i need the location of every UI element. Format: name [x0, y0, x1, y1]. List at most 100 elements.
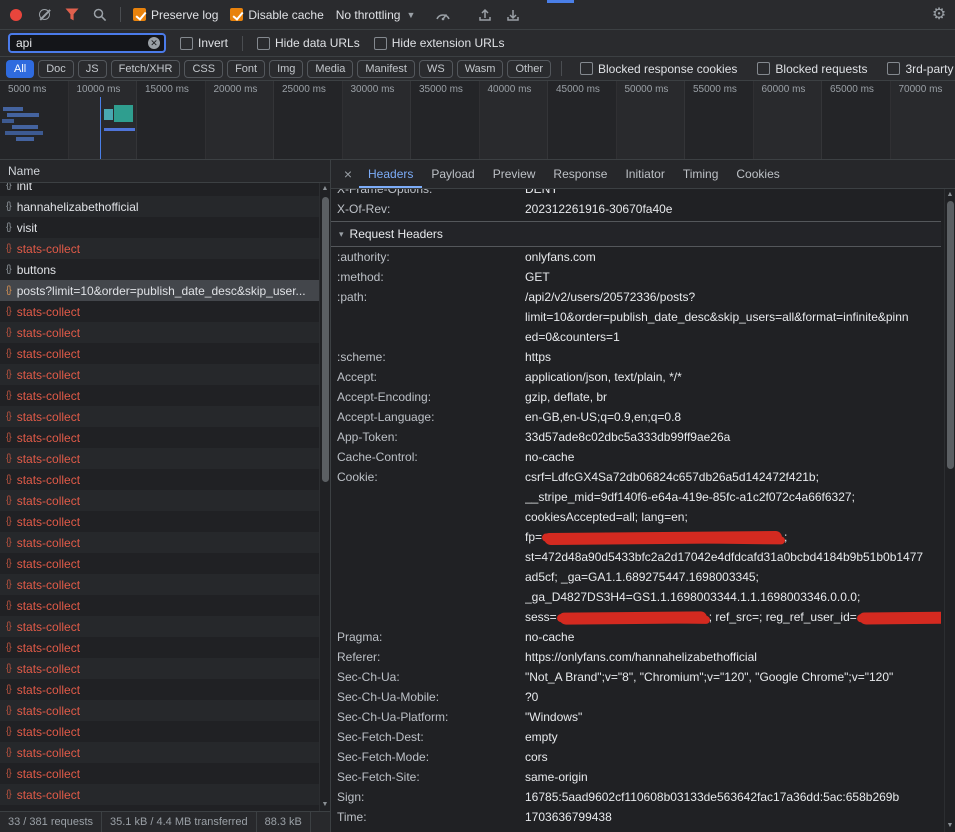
request-row[interactable]: {}stats-collect — [0, 595, 330, 616]
header-row: Sign:16785:5aad9602cf110608b03133de56364… — [337, 787, 941, 807]
throttling-select[interactable]: No throttling ▼ — [336, 8, 416, 22]
request-row[interactable]: {}stats-collect — [0, 574, 330, 595]
timeline-bar — [16, 137, 34, 141]
type-chip-css[interactable]: CSS — [184, 60, 223, 78]
tab-timing[interactable]: Timing — [674, 160, 728, 188]
type-chip-all[interactable]: All — [6, 60, 34, 78]
tab-initiator[interactable]: Initiator — [616, 160, 673, 188]
request-row[interactable]: {}visit — [0, 217, 330, 238]
request-row[interactable]: {}stats-collect — [0, 343, 330, 364]
type-chip-fetch-xhr[interactable]: Fetch/XHR — [111, 60, 181, 78]
header-value-text: ad5cf; _ga=GA1.1.689275447.1698003345; — [525, 570, 759, 584]
type-chip-media[interactable]: Media — [307, 60, 353, 78]
record-network-log-button[interactable] — [8, 7, 24, 23]
request-row[interactable]: {}stats-collect — [0, 553, 330, 574]
close-details-button[interactable]: × — [337, 160, 359, 188]
filter-toggle-button[interactable] — [64, 7, 80, 23]
request-name: stats-collect — [17, 536, 80, 550]
type-chip-font[interactable]: Font — [227, 60, 265, 78]
type-chip-wasm[interactable]: Wasm — [457, 60, 504, 78]
header-value-text: same-origin — [525, 770, 588, 784]
import-har-button[interactable] — [477, 7, 493, 23]
clear-filter-icon[interactable]: ✕ — [148, 37, 160, 49]
request-row[interactable]: {}stats-collect — [0, 511, 330, 532]
type-chip-manifest[interactable]: Manifest — [357, 60, 415, 78]
scrollbar-thumb[interactable] — [322, 197, 329, 482]
json-request-icon: {} — [6, 495, 11, 506]
request-row[interactable]: {}init — [0, 183, 330, 196]
clear-network-log-button[interactable] — [36, 7, 52, 23]
filter-input[interactable] — [14, 35, 148, 51]
request-name: stats-collect — [17, 725, 80, 739]
request-row[interactable]: {}stats-collect — [0, 763, 330, 784]
checkbox-blocked-response-cookies[interactable]: Blocked response cookies — [580, 62, 737, 76]
request-row[interactable]: {}stats-collect — [0, 784, 330, 805]
status-bar: 33 / 381 requests35.1 kB / 4.4 MB transf… — [0, 811, 330, 832]
tab-payload[interactable]: Payload — [422, 160, 483, 188]
request-row[interactable]: {}stats-collect — [0, 322, 330, 343]
throttling-value: No throttling — [336, 8, 401, 22]
header-row: X-Of-Rev:202312261916-30670fa40e — [337, 199, 941, 219]
request-row[interactable]: {}stats-collect — [0, 637, 330, 658]
scroll-up-icon[interactable]: ▲ — [945, 190, 955, 200]
tab-response[interactable]: Response — [544, 160, 616, 188]
scroll-down-icon[interactable]: ▼ — [320, 800, 330, 810]
request-row[interactable]: {}stats-collect — [0, 385, 330, 406]
hide-extension-urls-checkbox[interactable]: Hide extension URLs — [374, 36, 505, 50]
scroll-up-icon[interactable]: ▲ — [320, 184, 330, 194]
type-chip-img[interactable]: Img — [269, 60, 303, 78]
name-column-header[interactable]: Name — [0, 160, 330, 183]
request-row[interactable]: {}stats-collect — [0, 721, 330, 742]
type-chip-ws[interactable]: WS — [419, 60, 453, 78]
hide-data-urls-checkbox[interactable]: Hide data URLs — [257, 36, 360, 50]
details-scrollbar[interactable]: ▲ ▼ — [944, 189, 955, 832]
scroll-down-icon[interactable]: ▼ — [945, 821, 955, 831]
request-row[interactable]: {}stats-collect — [0, 532, 330, 553]
settings-button[interactable]: ⚙ — [931, 7, 947, 23]
request-row[interactable]: {}stats-collect — [0, 616, 330, 637]
request-list-pane: Name {}init{}hannahelizabethofficial{}vi… — [0, 160, 331, 832]
invert-checkbox[interactable]: Invert — [180, 36, 228, 50]
request-row[interactable]: {}stats-collect — [0, 742, 330, 763]
request-list-scrollbar[interactable]: ▲ ▼ — [319, 183, 330, 811]
tab-headers[interactable]: Headers — [359, 160, 422, 188]
request-row[interactable]: {}posts?limit=10&order=publish_date_desc… — [0, 280, 330, 301]
request-row[interactable]: {}stats-collect — [0, 406, 330, 427]
network-conditions-button[interactable] — [435, 7, 451, 23]
tab-preview[interactable]: Preview — [484, 160, 545, 188]
json-request-icon: {} — [6, 642, 11, 653]
checkbox-blocked-requests[interactable]: Blocked requests — [757, 62, 867, 76]
request-row[interactable]: {}stats-collect — [0, 238, 330, 259]
checkbox-3rd-party-requests[interactable]: 3rd-party requests — [887, 62, 955, 76]
request-row[interactable]: {}stats-collect — [0, 301, 330, 322]
request-row[interactable]: {}stats-collect — [0, 658, 330, 679]
request-row[interactable]: {}hannahelizabethofficial — [0, 196, 330, 217]
scrollbar-thumb[interactable] — [947, 201, 954, 469]
request-row[interactable]: {}stats-collect — [0, 700, 330, 721]
network-overview-timeline[interactable]: 5000 ms10000 ms15000 ms20000 ms25000 ms3… — [0, 81, 955, 160]
request-name: stats-collect — [17, 368, 80, 382]
disclosure-triangle-icon: ▾ — [339, 229, 344, 240]
search-button[interactable] — [92, 7, 108, 23]
export-har-button[interactable] — [505, 7, 521, 23]
tab-cookies[interactable]: Cookies — [727, 160, 788, 188]
type-chip-js[interactable]: JS — [78, 60, 107, 78]
json-request-icon: {} — [6, 201, 11, 212]
request-row[interactable]: {}stats-collect — [0, 469, 330, 490]
request-row[interactable]: {}stats-collect — [0, 427, 330, 448]
disable-cache-checkbox[interactable]: Disable cache — [230, 8, 323, 22]
header-value: https://onlyfans.com/hannahelizabethoffi… — [525, 647, 941, 667]
preserve-log-checkbox[interactable]: Preserve log — [133, 8, 218, 22]
type-chip-other[interactable]: Other — [507, 60, 551, 78]
header-value-line: fp=; — [525, 527, 941, 547]
request-row[interactable]: {}stats-collect — [0, 448, 330, 469]
request-row[interactable]: {}stats-collect — [0, 490, 330, 511]
header-row: Time:1703636799438 — [337, 807, 941, 827]
request-row[interactable]: {}buttons — [0, 259, 330, 280]
section-request-headers[interactable]: ▾Request Headers — [331, 222, 941, 247]
request-row[interactable]: {}stats-collect — [0, 679, 330, 700]
header-name: Time: — [337, 807, 525, 827]
request-row[interactable]: {} stats-collect — [0, 364, 330, 385]
json-request-icon: {} — [6, 369, 11, 380]
type-chip-doc[interactable]: Doc — [38, 60, 74, 78]
